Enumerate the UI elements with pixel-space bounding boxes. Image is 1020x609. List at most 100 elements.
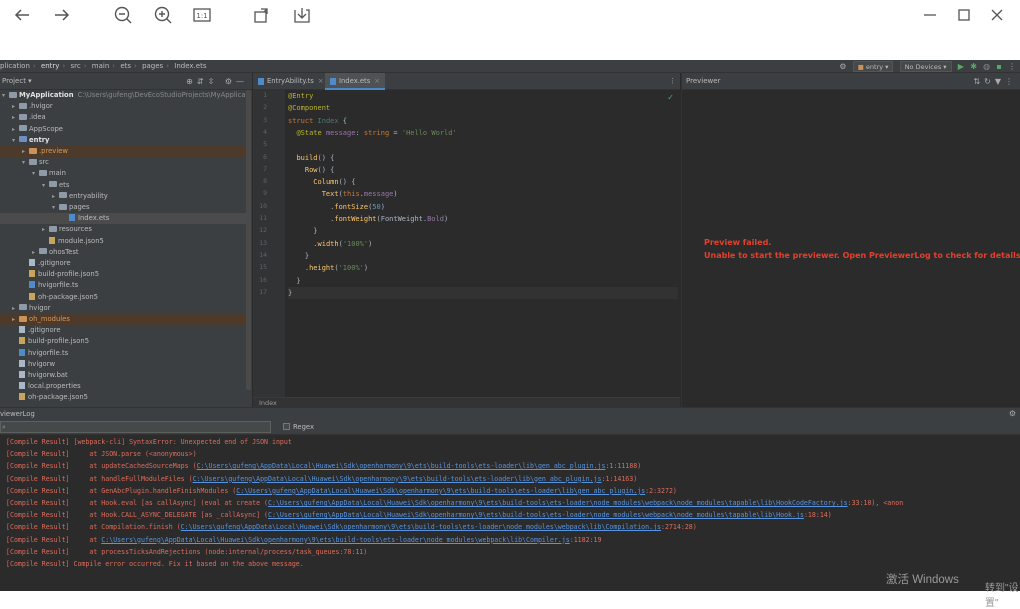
expand-arrow-icon[interactable]: ▸ xyxy=(52,191,59,202)
tree-item[interactable]: ▸ hvigor xyxy=(0,303,246,314)
tree-item[interactable]: ▸ .idea xyxy=(0,112,246,123)
expand-arrow-icon[interactable]: ▸ xyxy=(12,112,19,123)
locate-icon[interactable]: ⊕ xyxy=(186,77,197,86)
expand-arrow-icon[interactable]: ▸ xyxy=(32,247,39,258)
hide-icon[interactable]: — xyxy=(236,77,248,86)
expand-arrow-icon[interactable]: ▾ xyxy=(52,202,59,213)
breadcrumb-item[interactable]: plication xyxy=(0,62,30,70)
tree-item[interactable]: module.json5 xyxy=(0,236,246,247)
zoom-out-icon[interactable] xyxy=(111,3,135,27)
tree-item[interactable]: .gitignore xyxy=(0,325,246,336)
expand-arrow-icon[interactable]: ▸ xyxy=(12,303,19,314)
log-file-link[interactable]: C:\Users\gufeng\AppData\Local\Huawei\Sdk… xyxy=(268,499,848,507)
multi-device-icon[interactable]: ⇅ xyxy=(973,77,984,86)
close-icon[interactable] xyxy=(985,3,1009,27)
line-number: 15 xyxy=(259,263,267,272)
tree-item[interactable]: ▾ entry xyxy=(0,135,246,146)
tree-item-label: oh-package.json5 xyxy=(38,292,98,301)
tree-item[interactable]: Index.ets xyxy=(0,213,246,225)
tree-item[interactable]: ▸ resources xyxy=(0,224,246,235)
back-arrow-icon[interactable] xyxy=(10,3,34,27)
tab-menu-icon[interactable]: ⋮ xyxy=(669,73,676,90)
expand-arrow-icon[interactable]: ▸ xyxy=(12,314,19,325)
expand-arrow-icon[interactable]: ▸ xyxy=(12,124,19,135)
debug-icon[interactable]: ✱ xyxy=(970,60,977,73)
folder-icon xyxy=(19,304,27,311)
tab-index[interactable]: Index.ets × xyxy=(325,73,385,90)
tree-item[interactable]: build-profile.json5 xyxy=(0,336,246,347)
tree-item[interactable]: hvigorfile.ts xyxy=(0,348,246,359)
breadcrumb-item[interactable]: ets xyxy=(120,62,131,70)
tab-entryability[interactable]: EntryAbility.ts × xyxy=(253,73,329,90)
save-icon[interactable] xyxy=(290,3,314,27)
expand-arrow-icon[interactable]: ▸ xyxy=(12,101,19,112)
log-file-link[interactable]: C:\Users\gufeng\AppData\Local\Huawei\Sdk… xyxy=(181,523,661,531)
device-combo[interactable]: No Devices ▾ xyxy=(899,61,952,72)
tree-item-label: Index.ets xyxy=(78,214,110,223)
filter-icon[interactable]: ▼ xyxy=(995,77,1005,86)
tree-item[interactable]: ▸ .preview xyxy=(0,146,246,158)
tree-item[interactable]: ▸ oh_modules xyxy=(0,314,246,326)
tree-item[interactable]: .gitignore xyxy=(0,258,246,269)
forward-arrow-icon[interactable] xyxy=(50,3,74,27)
tree-item[interactable]: ▾ pages xyxy=(0,202,246,213)
tree-item[interactable]: ▸ entryability xyxy=(0,191,246,202)
tree-item[interactable]: hvigorfile.ts xyxy=(0,280,246,291)
log-file-link[interactable]: C:\Users\gufeng\AppData\Local\Huawei\Sdk… xyxy=(268,511,804,519)
run-icon[interactable]: ▶ xyxy=(958,60,964,73)
tree-item[interactable]: ▸ .hvigor xyxy=(0,101,246,112)
expand-arrow-icon[interactable]: ▾ xyxy=(32,168,39,179)
project-scrollbar[interactable] xyxy=(246,90,251,390)
breadcrumb-item[interactable]: src xyxy=(71,62,81,70)
breadcrumb-item[interactable]: pages xyxy=(142,62,163,70)
maximize-icon[interactable] xyxy=(952,3,976,27)
collapse-all-icon[interactable]: ⇳ xyxy=(208,77,219,86)
gear-icon[interactable]: ⚙ xyxy=(225,77,236,86)
tree-item[interactable]: ▸ ohosTest xyxy=(0,247,246,258)
log-file-link[interactable]: C:\Users\gufeng\AppData\Local\Huawei\Sdk… xyxy=(101,536,569,544)
attach-icon[interactable]: ▪ xyxy=(996,60,1001,73)
expand-all-icon[interactable]: ⇵ xyxy=(197,77,208,86)
project-view-selector[interactable]: Project ▾ xyxy=(2,73,32,90)
tree-item[interactable]: ▾ main xyxy=(0,168,246,179)
refresh-icon[interactable]: ↻ xyxy=(984,77,995,86)
tree-item[interactable]: oh-package.json5 xyxy=(0,292,246,303)
tree-item[interactable]: ▸ AppScope xyxy=(0,124,246,135)
breadcrumb-item[interactable]: Index.ets xyxy=(174,62,206,70)
minimize-icon[interactable] xyxy=(918,3,942,27)
expand-arrow-icon[interactable]: ▸ xyxy=(22,146,29,157)
tree-item[interactable]: local.properties xyxy=(0,381,246,392)
more-icon[interactable]: ⋮ xyxy=(1008,60,1016,73)
tree-item[interactable]: ▾ MyApplication C:\Users\gufeng\DevEcoStud… xyxy=(0,90,246,101)
breadcrumb-item[interactable]: main xyxy=(92,62,110,70)
zoom-in-icon[interactable] xyxy=(151,3,175,27)
log-file-link[interactable]: C:\Users\gufeng\AppData\Local\Huawei\Sdk… xyxy=(197,462,606,470)
close-tab-icon[interactable]: × xyxy=(318,77,324,85)
tree-item[interactable]: ▾ src xyxy=(0,157,246,168)
tree-item[interactable]: oh-package.json5 xyxy=(0,392,246,403)
close-tab-icon[interactable]: × xyxy=(374,77,380,85)
log-file-link[interactable]: C:\Users\gufeng\AppData\Local\Huawei\Sdk… xyxy=(193,475,602,483)
tree-item[interactable]: build-profile.json5 xyxy=(0,269,246,280)
actual-size-icon[interactable]: 1:1 xyxy=(190,3,214,27)
code-area[interactable]: @Entry @Component struct Index { @State … xyxy=(288,90,678,397)
log-line: [Compile Result] [webpack-cli] SyntaxErr… xyxy=(6,436,1020,448)
rotate-icon[interactable] xyxy=(250,3,274,27)
device-combo-label: No Devices xyxy=(904,63,942,71)
expand-arrow-icon[interactable]: ▾ xyxy=(42,180,49,191)
log-search-input[interactable]: ⌕ xyxy=(0,421,271,433)
expand-arrow-icon[interactable]: ▸ xyxy=(42,224,49,235)
more-icon[interactable]: ⋮ xyxy=(1005,77,1017,86)
settings-icon[interactable]: ⚙ xyxy=(839,60,846,73)
tree-item[interactable]: hvigorw.bat xyxy=(0,370,246,381)
expand-arrow-icon[interactable]: ▾ xyxy=(22,157,29,168)
expand-arrow-icon[interactable]: ▾ xyxy=(12,135,19,146)
tree-item[interactable]: ▾ ets xyxy=(0,180,246,191)
breadcrumb-item[interactable]: entry xyxy=(41,62,60,70)
tree-item[interactable]: hvigorw xyxy=(0,359,246,370)
expand-arrow-icon[interactable]: ▾ xyxy=(2,90,9,101)
profile-icon[interactable]: ◍ xyxy=(983,60,990,73)
module-combo[interactable]: ■ entry ▾ xyxy=(852,61,894,72)
regex-checkbox[interactable]: Regex xyxy=(283,421,314,433)
log-file-link[interactable]: C:\Users\gufeng\AppData\Local\Huawei\Sdk… xyxy=(236,487,645,495)
